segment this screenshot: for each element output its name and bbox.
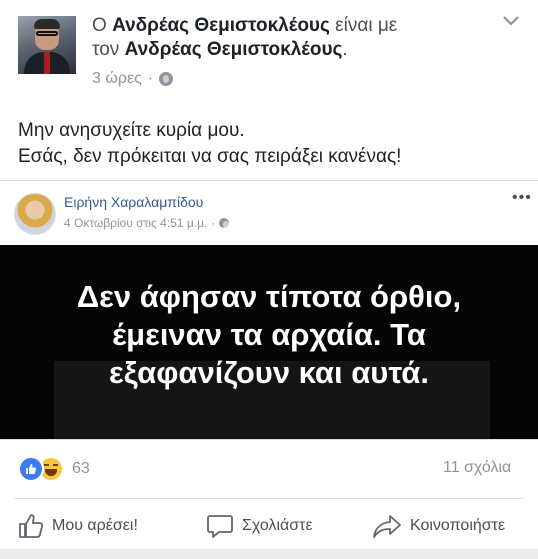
- share-button[interactable]: Κοινοποιήστε: [372, 506, 505, 546]
- tagged-suffix: .: [342, 39, 348, 60]
- comment-label: Σχολιάστε: [242, 517, 313, 534]
- share-label: Κοινοποιήστε: [410, 517, 506, 534]
- image-text-line: εξαφανίζουν και αυτά.: [109, 355, 429, 390]
- post-text-line: Μην ανησυχείτε κυρία μου.: [18, 120, 245, 141]
- image-text-line: Δεν άφησαν τίποτα όρθιο,: [76, 279, 462, 314]
- share-icon: [373, 515, 401, 538]
- author-line: Ο Ανδρέας Θεμιστοκλέους είναι με τον Ανδ…: [92, 14, 492, 62]
- shared-author-name[interactable]: Ειρήνη Χαραλαμπίδου: [64, 194, 203, 210]
- shared-image[interactable]: Δεν άφησαν τίποτα όρθιο, έμειναν τα αρχα…: [0, 245, 538, 439]
- like-label: Μου αρέσει!: [52, 517, 138, 534]
- comment-icon: [207, 515, 233, 538]
- reaction-count: 63: [72, 460, 90, 477]
- author-name-link[interactable]: Ανδρέας Θεμιστοκλέους: [112, 15, 330, 36]
- shared-post-date[interactable]: 4 Οκτωβρίου στις 4:51 μ.μ.: [64, 216, 207, 230]
- tagged-name-link[interactable]: Ανδρέας Θεμιστοκλέους: [125, 39, 343, 60]
- author-avatar[interactable]: [18, 16, 76, 74]
- post-header: Ο Ανδρέας Θεμιστοκλέους είναι με τον Ανδ…: [0, 0, 538, 100]
- action-bar: Μου αρέσει! Σχολιάστε Κοινοποιήστε: [0, 506, 538, 546]
- shared-author-avatar[interactable]: [14, 193, 56, 235]
- like-reaction-icon: [18, 456, 44, 482]
- comment-button[interactable]: Σχολιάστε: [206, 506, 313, 546]
- divider: [14, 498, 524, 499]
- like-button[interactable]: Μου αρέσει!: [18, 506, 138, 546]
- reactions-summary[interactable]: 63: [18, 455, 90, 483]
- bottom-separator: [0, 549, 538, 559]
- thumbs-up-icon: [19, 514, 44, 538]
- post-time[interactable]: 3 ώρες: [92, 70, 142, 88]
- shared-post-header: Ειρήνη Χαραλαμπίδου 4 Οκτωβρίου στις 4:5…: [0, 181, 538, 245]
- post-meta: 3 ώρες ·: [92, 70, 174, 88]
- tagged-prefix: τον: [92, 39, 125, 60]
- globe-icon[interactable]: [159, 72, 174, 86]
- author-middle: είναι με: [329, 15, 398, 36]
- globe-icon: [219, 218, 230, 229]
- post-text: Μην ανησυχείτε κυρία μου. Εσάς, δεν πρόκ…: [18, 118, 528, 170]
- image-text-line: έμειναν τα αρχαία. Τα: [112, 317, 426, 352]
- author-prefix: Ο: [92, 15, 113, 36]
- more-options-icon[interactable]: •••: [512, 190, 532, 206]
- shared-post[interactable]: Ειρήνη Χαραλαμπίδου 4 Οκτωβρίου στις 4:5…: [0, 180, 538, 440]
- comment-count[interactable]: 11 σχόλια: [443, 459, 511, 477]
- post-text-line: Εσάς, δεν πρόκειται να σας πειράξει κανέ…: [18, 146, 402, 167]
- chevron-down-icon[interactable]: [500, 10, 522, 32]
- shared-post-meta: 4 Οκτωβρίου στις 4:51 μ.μ. ·: [64, 216, 230, 230]
